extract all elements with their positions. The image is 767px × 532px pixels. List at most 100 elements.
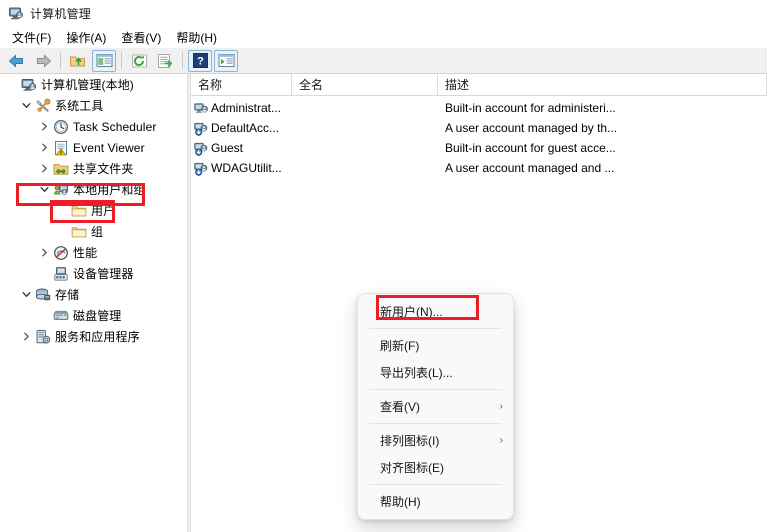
tree-item-task-scheduler[interactable]: Task Scheduler — [0, 116, 186, 137]
column-header-description[interactable]: 描述 — [438, 74, 767, 95]
tree-item-groups[interactable]: › 组 — [0, 221, 186, 242]
cell-name-text: DefaultAcc... — [211, 121, 280, 135]
menu-action[interactable]: 操作(A) — [60, 27, 115, 48]
cell-name: WDAGUtilit... — [191, 160, 292, 176]
tree-item-label: 存储 — [55, 288, 80, 302]
context-menu-view[interactable]: 查看(V) › — [358, 393, 513, 420]
services-applications-icon — [34, 329, 51, 345]
tree-item-system-tools[interactable]: 系统工具 — [0, 95, 186, 116]
tree-item-label: 用户 — [91, 204, 116, 218]
tree-item-services-and-applications[interactable]: 服务和应用程序 — [0, 326, 186, 347]
tree-item-computer-management-local[interactable]: › 计算机管理(本地) — [0, 74, 186, 95]
context-menu-item-label: 刷新(F) — [380, 339, 420, 353]
context-menu-help[interactable]: 帮助(H) — [358, 488, 513, 515]
context-menu-separator-3 — [369, 423, 502, 424]
tree-item-local-users-and-groups[interactable]: 本地用户和组 — [0, 179, 186, 200]
question-mark-icon: ? — [192, 53, 208, 68]
cell-name: Guest — [191, 140, 292, 156]
chevron-down-icon[interactable] — [18, 95, 34, 116]
tree-item-label: 计算机管理(本地) — [41, 78, 134, 92]
forward-button[interactable] — [31, 50, 55, 72]
context-menu-export-list[interactable]: 导出列表(L)... — [358, 359, 513, 386]
toolbar-separator-3 — [182, 52, 183, 69]
help-button[interactable]: ? — [188, 49, 212, 72]
back-button[interactable] — [5, 50, 29, 72]
cell-description: Built-in account for administeri... — [445, 101, 616, 115]
chevron-right-icon[interactable] — [36, 158, 52, 179]
menu-help[interactable]: 帮助(H) — [170, 27, 226, 48]
cell-description: A user account managed and ... — [445, 161, 615, 175]
context-menu-item-label: 帮助(H) — [380, 495, 421, 509]
show-hide-action-pane-button[interactable] — [214, 49, 238, 72]
column-header-name[interactable]: 名称 — [191, 74, 292, 95]
chevron-down-icon[interactable] — [18, 284, 34, 305]
cell-name: Administrat... — [191, 100, 292, 116]
tree-item-label: 设备管理器 — [73, 267, 134, 281]
tree-item-users[interactable]: › 用户 — [0, 200, 186, 221]
refresh-button[interactable] — [127, 50, 151, 72]
left-arrow-icon — [8, 53, 23, 68]
context-menu-align-icons[interactable]: 对齐图标(E) — [358, 454, 513, 481]
context-menu-new-user[interactable]: 新用户(N)... — [358, 298, 513, 325]
tree-item-disk-management[interactable]: › 磁盘管理 — [0, 305, 186, 326]
context-menu-item-label: 对齐图标(E) — [380, 461, 444, 475]
cell-description: Built-in account for guest acce... — [445, 141, 616, 155]
console-tree-icon — [96, 54, 112, 67]
context-menu-item-label: 查看(V) — [380, 400, 420, 414]
computer-management-icon — [8, 5, 24, 21]
column-header-full-name[interactable]: 全名 — [292, 74, 438, 95]
tree-item-label: 磁盘管理 — [73, 309, 122, 323]
context-menu-refresh[interactable]: 刷新(F) — [358, 332, 513, 359]
tree-item-event-viewer[interactable]: Event Viewer — [0, 137, 186, 158]
tree-item-storage[interactable]: 存储 — [0, 284, 186, 305]
table-row[interactable]: DefaultAcc... A user account managed by … — [191, 118, 767, 138]
storage-icon — [34, 287, 51, 303]
chevron-right-icon[interactable] — [36, 242, 52, 263]
toolbar-separator-2 — [121, 52, 122, 69]
twisty-none-icon: › — [4, 74, 20, 95]
device-manager-icon — [52, 266, 69, 282]
table-row[interactable]: Administrat... Built-in account for admi… — [191, 98, 767, 118]
chevron-right-icon[interactable] — [36, 137, 52, 158]
show-hide-console-tree-button[interactable] — [92, 49, 116, 72]
toolbar-separator-1 — [60, 52, 61, 69]
cell-description: A user account managed by th... — [445, 121, 618, 135]
tree-item-label: Task Scheduler — [73, 119, 157, 134]
context-menu-arrange-icons[interactable]: 排列图标(I) › — [358, 427, 513, 454]
export-list-icon — [157, 53, 172, 68]
tree-item-label: 性能 — [73, 246, 98, 260]
twisty-none-icon: › — [36, 305, 52, 326]
menu-file[interactable]: 文件(F) — [6, 27, 60, 48]
table-row[interactable]: Guest Built-in account for guest acce... — [191, 138, 767, 158]
tree-item-shared-folders[interactable]: 共享文件夹 — [0, 158, 186, 179]
chevron-right-icon[interactable] — [18, 326, 34, 347]
twisty-none-icon: › — [54, 221, 70, 242]
event-viewer-icon — [52, 140, 69, 156]
chevron-down-icon[interactable] — [36, 179, 52, 200]
local-users-groups-icon — [52, 182, 69, 198]
context-menu-item-label: 导出列表(L)... — [380, 366, 453, 380]
twisty-none-icon: › — [36, 263, 52, 284]
clock-icon — [52, 119, 69, 135]
tree-item-performance[interactable]: 性能 — [0, 242, 186, 263]
system-tools-icon — [34, 98, 51, 114]
cell-name: DefaultAcc... — [191, 120, 292, 136]
tree-item-device-manager[interactable]: › 设备管理器 — [0, 263, 186, 284]
console-tree-pane: › 计算机管理(本地) — [0, 74, 187, 532]
table-row[interactable]: WDAGUtilit... A user account managed and… — [191, 158, 767, 178]
user-disabled-icon — [193, 160, 209, 176]
cell-name-text: WDAGUtilit... — [211, 161, 282, 175]
context-menu: 新用户(N)... 刷新(F) 导出列表(L)... 查看(V) › 排列图标(… — [357, 293, 514, 520]
up-one-level-button[interactable] — [66, 50, 90, 72]
chevron-right-icon: › — [499, 435, 503, 446]
menu-view[interactable]: 查看(V) — [115, 27, 170, 48]
cell-name-text: Guest — [211, 141, 244, 155]
toolbar: ? — [0, 48, 767, 74]
tree-item-label: 服务和应用程序 — [55, 330, 140, 344]
context-menu-item-label: 新用户(N)... — [380, 305, 443, 319]
chevron-right-icon[interactable] — [36, 116, 52, 137]
export-list-button[interactable] — [153, 50, 177, 72]
context-menu-separator-4 — [369, 484, 502, 485]
right-arrow-icon — [37, 53, 52, 68]
title-bar: 计算机管理 — [0, 0, 767, 26]
